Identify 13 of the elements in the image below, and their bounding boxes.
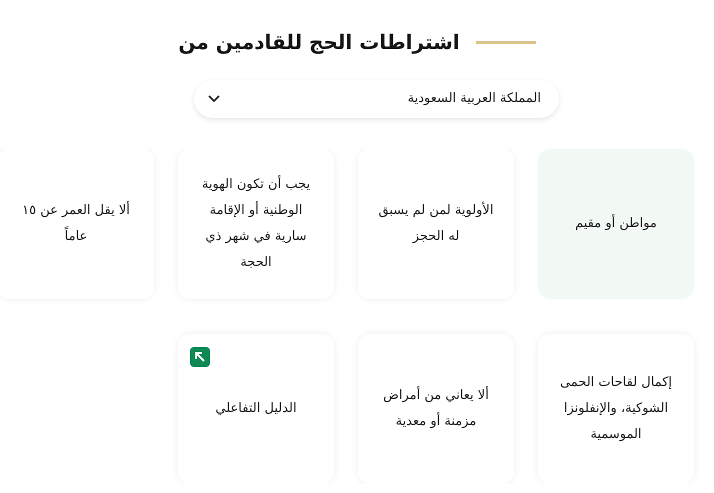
card-text: ألا يقل العمر عن ١٥ عاماً	[21, 200, 131, 246]
accent-line	[476, 40, 536, 44]
card-text: الدليل التفاعلي	[215, 400, 297, 418]
card-text: الأولوية لمن لم يسبق له الحجز	[378, 200, 494, 246]
card-text: يجب أن تكون الهوية الوطنية أو الإقامة سارية في شهر ذي الحجة	[200, 174, 312, 272]
card-text: إكمال لقاحات الحمى الشوكية، والإنفلونزا الموسمية	[558, 374, 674, 444]
dropdown-value: المملكة العربية السعودية	[408, 90, 541, 108]
chevron-down-icon	[208, 95, 220, 103]
country-dropdown[interactable]: المملكة العربية السعودية	[194, 80, 559, 118]
section-heading: اشتراطات الحج للقادمين من	[178, 29, 460, 56]
guide-card[interactable]: الدليل التفاعلي	[178, 334, 334, 484]
card-text: مواطن أو مقيم	[575, 213, 657, 233]
card-text: ألا يعاني من أمراض مزمنة أو معدية	[382, 385, 490, 431]
